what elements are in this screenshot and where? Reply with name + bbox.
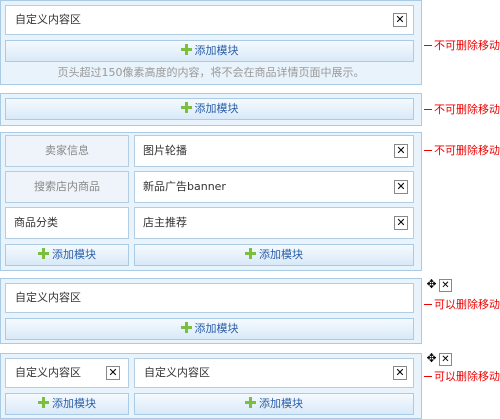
add-module-button[interactable]: 添加模块 — [5, 318, 414, 340]
close-icon[interactable]: ✕ — [439, 279, 452, 292]
custom-content-label: 自定义内容区 — [15, 291, 81, 304]
plus-icon — [180, 322, 192, 333]
note-movable: 可以删除移动 — [424, 296, 500, 312]
plus-icon — [245, 397, 256, 408]
move-icon[interactable]: ✥ — [425, 352, 438, 365]
custom-content-area[interactable]: 自定义内容区 — [5, 283, 414, 313]
close-icon[interactable]: ✕ — [393, 366, 407, 380]
add-module-label: 添加模块 — [52, 248, 96, 261]
custom-content-label: 自定义内容区 — [15, 366, 81, 379]
plus-icon — [38, 248, 49, 259]
add-module-label: 添加模块 — [194, 44, 239, 57]
plus-icon — [180, 44, 192, 55]
note-locked: 不可删除移动 — [424, 37, 500, 53]
sidebar-module-category[interactable]: 商品分类 — [5, 207, 129, 239]
main-module-label: 图片轮播 — [143, 144, 187, 157]
add-module-label: 添加模块 — [194, 322, 239, 335]
add-module-button[interactable]: 添加模块 — [5, 40, 414, 62]
add-module-label: 添加模块 — [259, 397, 303, 410]
main-module-label: 店主推荐 — [143, 216, 187, 229]
move-icon[interactable]: ✥ — [425, 278, 438, 291]
plus-icon — [180, 102, 192, 113]
add-module-label: 添加模块 — [259, 248, 303, 261]
main-module-banner[interactable]: 新品广告banner ✕ — [134, 171, 414, 203]
sidebar-module-seller-info: 卖家信息 — [5, 135, 129, 167]
plus-icon — [38, 397, 49, 408]
add-module-left-button[interactable]: 添加模块 — [5, 244, 129, 266]
custom-content-label: 自定义内容区 — [144, 366, 210, 379]
plus-icon — [245, 248, 256, 259]
custom-content-area-left[interactable]: 自定义内容区 ✕ — [5, 358, 129, 388]
add-module-right-button[interactable]: 添加模块 — [134, 244, 414, 266]
main-module-recommend[interactable]: 店主推荐 ✕ — [134, 207, 414, 239]
add-module-label: 添加模块 — [52, 397, 96, 410]
close-icon[interactable]: ✕ — [394, 216, 408, 230]
main-module-label: 新品广告banner — [143, 180, 226, 193]
close-icon[interactable]: ✕ — [106, 366, 120, 380]
main-module-slideshow[interactable]: 图片轮播 ✕ — [134, 135, 414, 167]
custom-content-area[interactable]: 自定义内容区 ✕ — [5, 5, 414, 35]
add-module-left-button[interactable]: 添加模块 — [5, 393, 129, 415]
close-icon[interactable]: ✕ — [439, 353, 452, 366]
sidebar-module-search: 搜索店内商品 — [5, 171, 129, 203]
header-hint-text: 页头超过150像素高度的内容，将不会在商品详情页面中展示。 — [57, 66, 365, 79]
note-locked: 不可删除移动 — [424, 142, 500, 158]
add-module-button[interactable]: 添加模块 — [5, 98, 414, 120]
close-icon[interactable]: ✕ — [394, 180, 408, 194]
note-movable: 可以删除移动 — [424, 368, 500, 384]
close-icon[interactable]: ✕ — [393, 13, 407, 27]
note-locked: 不可删除移动 — [424, 101, 500, 117]
custom-content-label: 自定义内容区 — [15, 13, 81, 26]
close-icon[interactable]: ✕ — [394, 144, 408, 158]
custom-content-area-right[interactable]: 自定义内容区 ✕ — [134, 358, 414, 388]
add-module-right-button[interactable]: 添加模块 — [134, 393, 414, 415]
add-module-label: 添加模块 — [194, 102, 239, 115]
